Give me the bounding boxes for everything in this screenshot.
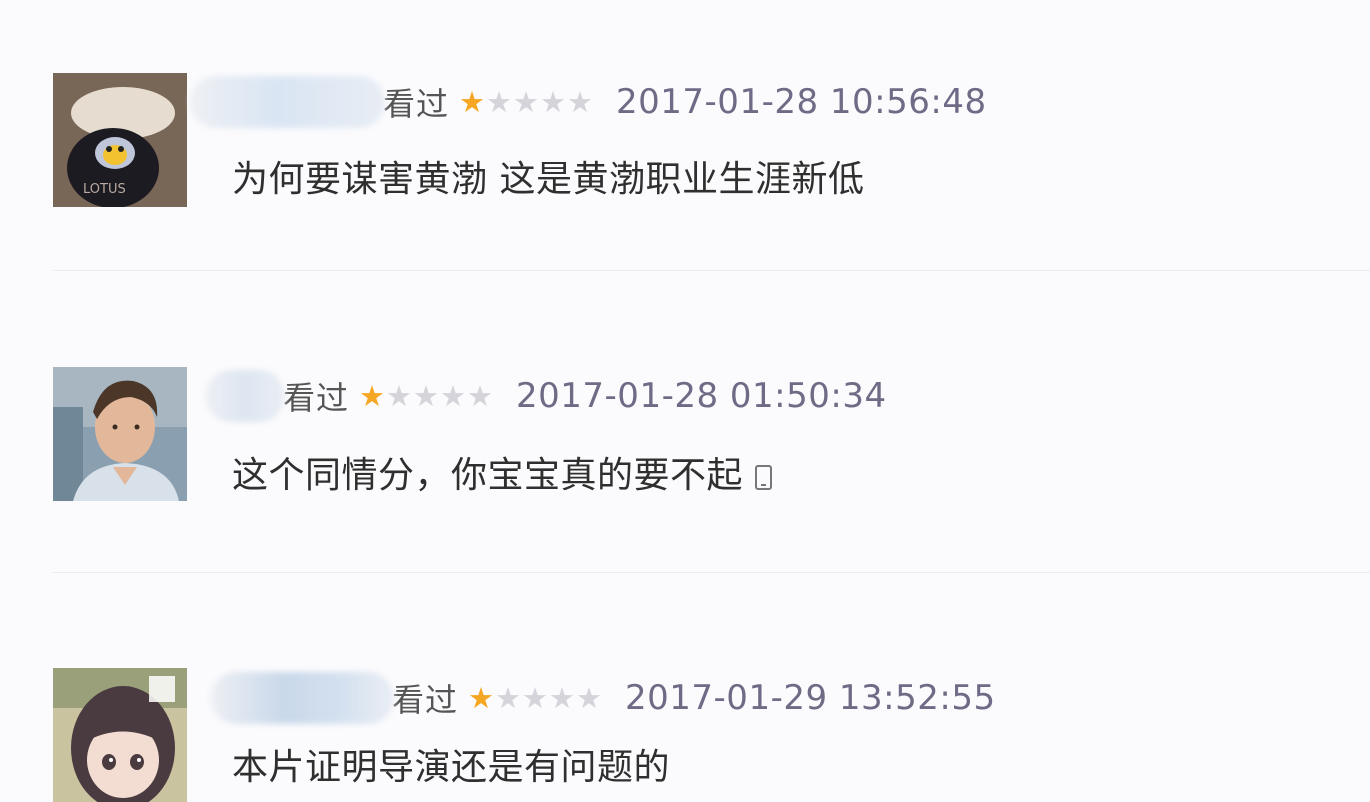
avatar[interactable]: LOTUS [53, 73, 187, 207]
username-redacted[interactable] [190, 76, 385, 128]
username-redacted[interactable] [210, 672, 394, 724]
mobile-phone-icon [755, 465, 773, 490]
star-icon: ★ [486, 84, 513, 119]
comment-time: 2017-01-29 13:52:55 [625, 678, 996, 718]
avatar[interactable] [53, 668, 187, 802]
star-icon: ★ [413, 378, 440, 413]
star-icon: ★ [459, 84, 486, 119]
username-redacted[interactable] [205, 370, 285, 422]
comment-time: 2017-01-28 10:56:48 [616, 82, 987, 122]
star-icon: ★ [440, 378, 467, 413]
watch-status: 看过 [383, 85, 450, 123]
star-icon: ★ [513, 84, 540, 119]
star-icon: ★ [468, 680, 495, 715]
comment-text: 这个同情分，你宝宝真的要不起 [232, 455, 744, 496]
watch-status: 看过 [392, 681, 459, 719]
star-icon: ★ [549, 680, 576, 715]
comment-time: 2017-01-28 01:50:34 [516, 376, 887, 416]
divider [53, 572, 1370, 573]
rating-stars: ★ ★ ★ ★ ★ [359, 378, 494, 413]
comment-meta: 看过 ★ ★ ★ ★ ★ 2017-01-28 01:50:34 [205, 366, 887, 426]
divider [53, 270, 1370, 271]
svg-text:LOTUS: LOTUS [83, 182, 126, 197]
comment-meta: 看过 ★ ★ ★ ★ ★ 2017-01-29 13:52:55 [210, 668, 996, 728]
comment-feed: { "comments": [ { "status": "看过", "ratin… [0, 0, 1370, 802]
comment-text: 为何要谋害黄渤 这是黄渤职业生涯新低 [232, 159, 865, 200]
star-icon: ★ [540, 84, 567, 119]
rating-stars: ★ ★ ★ ★ ★ [459, 84, 594, 119]
star-icon: ★ [467, 378, 494, 413]
watch-status: 看过 [283, 379, 350, 417]
comment-text: 本片证明导演还是有问题的 [232, 747, 671, 788]
star-icon: ★ [567, 84, 594, 119]
rating-stars: ★ ★ ★ ★ ★ [468, 680, 603, 715]
star-icon: ★ [359, 378, 386, 413]
star-icon: ★ [576, 680, 603, 715]
star-icon: ★ [495, 680, 522, 715]
star-icon: ★ [522, 680, 549, 715]
comment-text-row: 这个同情分，你宝宝真的要不起 [232, 446, 773, 498]
avatar[interactable] [53, 367, 187, 501]
comment-meta: 看过 ★ ★ ★ ★ ★ 2017-01-28 10:56:48 [190, 72, 987, 132]
star-icon: ★ [386, 378, 413, 413]
